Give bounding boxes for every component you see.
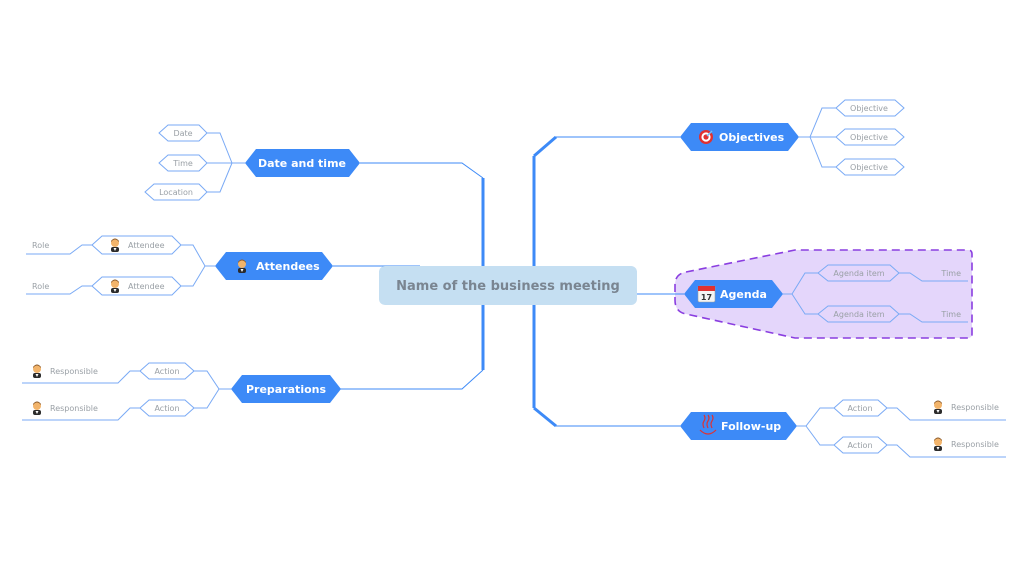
topic-date-and-time[interactable]: Date and time xyxy=(245,149,360,177)
topic-preparations[interactable]: Preparations xyxy=(231,375,341,403)
subtopic-date[interactable]: Date xyxy=(158,124,208,142)
subtopic-label: Attendee xyxy=(128,282,165,291)
branch-objectives: Objectives Objective Objective Objective xyxy=(680,99,905,176)
leaf-time[interactable]: Time xyxy=(940,310,961,319)
person-icon xyxy=(934,437,942,451)
topic-label: Preparations xyxy=(246,383,327,396)
leaf-role[interactable]: Role xyxy=(32,241,49,250)
mind-map-canvas: Name of the business meeting Date and ti… xyxy=(22,99,1006,458)
leaf-time[interactable]: Time xyxy=(940,269,961,278)
topic-label: Agenda xyxy=(720,288,767,301)
topic-attendees[interactable]: Attendees xyxy=(215,252,333,280)
subtopic-label: Objective xyxy=(850,133,888,142)
subtopic-time[interactable]: Time xyxy=(158,154,208,172)
central-topic-label: Name of the business meeting xyxy=(396,279,620,294)
leaf-label: Responsible xyxy=(50,404,98,413)
subtopic-label: Action xyxy=(847,441,872,450)
leaf-label: Responsible xyxy=(951,403,999,412)
subtopic-action-2[interactable]: Action xyxy=(139,399,195,417)
calendar-icon: 17 xyxy=(697,285,716,303)
topic-agenda[interactable]: 17 Agenda xyxy=(684,280,783,308)
subtopic-attendee-1[interactable]: Attendee xyxy=(91,235,182,255)
branch-attendees: Attendees Attendee Attendee Role Role xyxy=(26,235,333,296)
subtopic-label: Action xyxy=(154,367,179,376)
person-icon xyxy=(934,400,942,414)
target-icon xyxy=(699,130,713,144)
subtopic-label: Agenda item xyxy=(833,310,884,319)
subtopic-label: Objective xyxy=(850,163,888,172)
topic-label: Attendees xyxy=(256,260,320,273)
calendar-day: 17 xyxy=(701,293,712,302)
person-icon xyxy=(111,279,119,293)
leaf-responsible-2[interactable]: Responsible xyxy=(33,401,98,416)
person-icon xyxy=(33,364,41,378)
person-icon xyxy=(111,238,119,252)
subtopic-label: Agenda item xyxy=(833,269,884,278)
topic-label: Date and time xyxy=(258,157,346,170)
subtopic-objective-3[interactable]: Objective xyxy=(835,158,905,176)
subtopic-action-2[interactable]: Action xyxy=(833,436,888,454)
subtopic-action-1[interactable]: Action xyxy=(833,399,888,417)
subtopic-label: Action xyxy=(154,404,179,413)
leaf-label: Responsible xyxy=(951,440,999,449)
branch-date-and-time: Date and time Date Time Location xyxy=(144,124,360,201)
leaf-role[interactable]: Role xyxy=(32,282,49,291)
leaf-responsible-1[interactable]: Responsible xyxy=(33,364,98,379)
subtopic-label: Time xyxy=(172,159,193,168)
subtopic-action-1[interactable]: Action xyxy=(139,362,195,380)
person-icon xyxy=(33,401,41,415)
subtopic-objective-2[interactable]: Objective xyxy=(835,128,905,146)
subtopic-label: Attendee xyxy=(128,241,165,250)
subtopic-label: Action xyxy=(847,404,872,413)
leaf-label: Responsible xyxy=(50,367,98,376)
subtopic-location[interactable]: Location xyxy=(144,183,208,201)
topic-label: Objectives xyxy=(719,131,785,144)
topic-objectives[interactable]: Objectives xyxy=(680,123,799,151)
central-topic[interactable]: Name of the business meeting xyxy=(379,266,637,305)
branch-preparations: Preparations Action Action Responsible R… xyxy=(22,362,341,421)
subtopic-objective-1[interactable]: Objective xyxy=(835,99,905,117)
subtopic-label: Date xyxy=(173,129,192,138)
subtopic-label: Objective xyxy=(850,104,888,113)
leaf-responsible-2[interactable]: Responsible xyxy=(934,437,999,452)
topic-follow-up[interactable]: Follow-up xyxy=(680,412,797,440)
branch-follow-up: Follow-up Action Action Responsible Resp… xyxy=(680,399,1006,458)
topic-label: Follow-up xyxy=(721,420,781,433)
person-icon xyxy=(238,259,246,273)
subtopic-label: Location xyxy=(159,188,193,197)
subtopic-attendee-2[interactable]: Attendee xyxy=(91,276,182,296)
leaf-responsible-1[interactable]: Responsible xyxy=(934,400,999,415)
